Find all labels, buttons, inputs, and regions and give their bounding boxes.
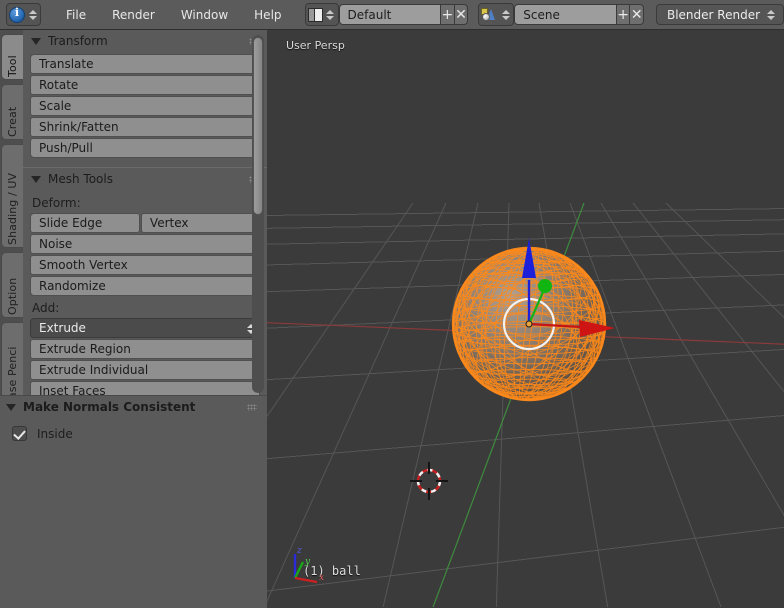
tab-options-label: Option bbox=[6, 277, 19, 315]
close-icon: ✕ bbox=[630, 6, 643, 23]
panel-mesh-tools: Mesh Tools Deform: Slide Edge Vertex Noi… bbox=[23, 167, 267, 395]
panel-transform-body: Translate Rotate Scale Shrink/Fatten Pus… bbox=[23, 52, 267, 167]
tab-create-label: Creat bbox=[6, 106, 19, 137]
screen-layout-selector[interactable] bbox=[304, 3, 339, 26]
panel-transform-title: Transform bbox=[48, 34, 108, 48]
button-shrink-fatten[interactable]: Shrink/Fatten bbox=[30, 117, 260, 137]
inside-checkbox[interactable] bbox=[12, 426, 27, 441]
panel-transform-header[interactable]: Transform bbox=[23, 30, 267, 52]
axis-label-z: z bbox=[297, 546, 302, 556]
render-engine-label: Blender Render bbox=[666, 7, 761, 22]
chevron-down-icon bbox=[31, 37, 41, 45]
plus-icon: + bbox=[617, 6, 629, 23]
panel-transform: Transform Translate Rotate Scale Shrink/… bbox=[23, 30, 267, 167]
plus-icon: + bbox=[441, 6, 454, 23]
menu-file[interactable]: File bbox=[53, 6, 99, 24]
toolshelf-panel-region: Transform Translate Rotate Scale Shrink/… bbox=[23, 30, 267, 395]
blender-window: File Render Window Help Default + ✕ Scen… bbox=[0, 0, 784, 608]
close-icon: ✕ bbox=[455, 6, 467, 23]
editor-type-selector[interactable] bbox=[6, 3, 41, 26]
button-extrude-individual[interactable]: Extrude Individual bbox=[30, 360, 260, 380]
dropdown-extrude-label: Extrude bbox=[39, 321, 86, 335]
viewport-3d[interactable]: User Persp (1) ball z y x bbox=[267, 30, 784, 607]
info-icon bbox=[9, 6, 25, 23]
button-scale[interactable]: Scale bbox=[30, 96, 260, 116]
inside-checkbox-row[interactable]: Inside bbox=[0, 418, 267, 441]
deform-button-row: Slide Edge Vertex bbox=[30, 213, 260, 233]
button-extrude-region[interactable]: Extrude Region bbox=[30, 339, 260, 359]
main-menu: File Render Window Help bbox=[53, 6, 295, 24]
button-rotate[interactable]: Rotate bbox=[30, 75, 260, 95]
toolshelf-scrollbar-thumb[interactable] bbox=[253, 37, 263, 215]
add-scene-button[interactable]: + bbox=[616, 4, 631, 25]
operator-panel-title: Make Normals Consistent bbox=[23, 400, 196, 414]
scene-selector[interactable] bbox=[478, 3, 515, 26]
inside-checkbox-label: Inside bbox=[37, 426, 73, 441]
screen-layout-icon bbox=[307, 7, 323, 22]
tab-tool-label: Tool bbox=[6, 55, 19, 77]
button-smooth-vertex[interactable]: Smooth Vertex bbox=[30, 255, 260, 275]
tab-tool[interactable]: Tool bbox=[1, 34, 23, 80]
dropdown-extrude[interactable]: Extrude bbox=[30, 318, 260, 338]
toolshelf-scrollbar[interactable] bbox=[252, 35, 264, 393]
operator-panel-header[interactable]: Make Normals Consistent bbox=[0, 396, 267, 418]
panel-mesh-tools-title: Mesh Tools bbox=[48, 172, 113, 186]
operator-redo-panel: Make Normals Consistent Inside bbox=[0, 395, 267, 608]
toolshelf: Tool Creat Shading / UV Option Grease Pe… bbox=[0, 30, 267, 608]
axis-label-x: x bbox=[319, 573, 325, 583]
tab-shading-uv[interactable]: Shading / UV bbox=[1, 144, 23, 248]
button-inset-faces[interactable]: Inset Faces bbox=[30, 381, 260, 395]
tab-create[interactable]: Creat bbox=[1, 84, 23, 140]
label-add: Add: bbox=[32, 301, 60, 315]
panel-mesh-tools-body: Deform: Slide Edge Vertex Noise Smooth V… bbox=[23, 190, 267, 395]
scene-icon bbox=[481, 7, 498, 22]
button-vertex[interactable]: Vertex bbox=[140, 213, 260, 233]
delete-screen-layout-button[interactable]: ✕ bbox=[454, 4, 469, 25]
menu-render[interactable]: Render bbox=[99, 6, 168, 24]
screen-layout-field[interactable]: Default bbox=[338, 4, 442, 25]
panel-mesh-tools-header[interactable]: Mesh Tools bbox=[23, 168, 267, 190]
button-randomize[interactable]: Randomize bbox=[30, 276, 260, 296]
panel-grip-icon[interactable] bbox=[247, 403, 257, 411]
label-deform: Deform: bbox=[32, 196, 81, 210]
axis-label-y: y bbox=[305, 557, 311, 567]
button-push-pull[interactable]: Push/Pull bbox=[30, 138, 260, 158]
chevron-down-icon bbox=[31, 175, 41, 183]
button-slide-edge[interactable]: Slide Edge bbox=[30, 213, 140, 233]
menu-window[interactable]: Window bbox=[168, 6, 241, 24]
tab-options[interactable]: Option bbox=[1, 252, 23, 318]
chevron-updown-icon bbox=[766, 6, 777, 23]
delete-scene-button[interactable]: ✕ bbox=[630, 4, 644, 25]
menu-help[interactable]: Help bbox=[241, 6, 294, 24]
viewport-canvas[interactable] bbox=[267, 30, 784, 607]
top-bar: File Render Window Help Default + ✕ Scen… bbox=[0, 0, 784, 30]
button-translate[interactable]: Translate bbox=[30, 54, 260, 74]
add-screen-layout-button[interactable]: + bbox=[441, 4, 455, 25]
scene-name-field[interactable]: Scene bbox=[514, 4, 617, 25]
chevron-updown-icon bbox=[500, 6, 511, 23]
chevron-updown-icon bbox=[27, 6, 38, 23]
render-engine-select[interactable]: Blender Render bbox=[655, 4, 784, 25]
tab-shading-uv-label: Shading / UV bbox=[6, 172, 19, 245]
chevron-updown-icon bbox=[325, 6, 336, 23]
chevron-down-icon bbox=[6, 403, 16, 411]
button-noise[interactable]: Noise bbox=[30, 234, 260, 254]
